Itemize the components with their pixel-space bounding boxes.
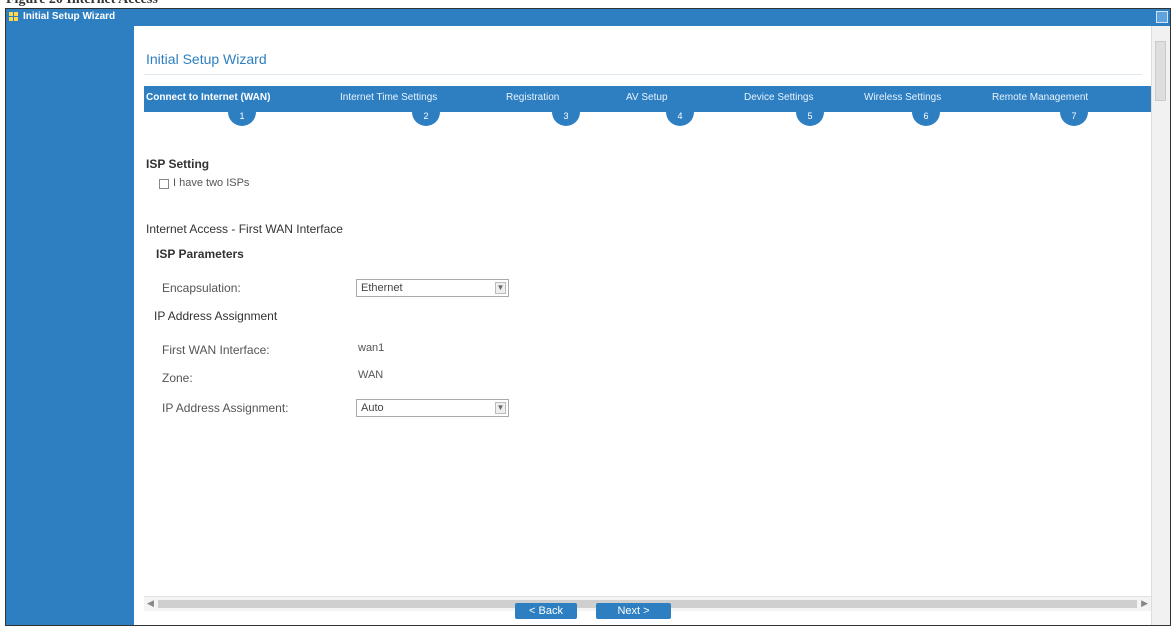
title-bar: Initial Setup Wizard — [6, 9, 1170, 26]
step-3-label[interactable]: Registration — [506, 92, 559, 103]
zone-value: WAN — [358, 369, 384, 381]
isp-parameters-heading: ISP Parameters — [156, 247, 244, 261]
two-isps-checkbox[interactable] — [159, 179, 169, 189]
scroll-left-icon[interactable]: ◀ — [147, 598, 154, 609]
app-icon — [9, 12, 19, 22]
wizard-content: Initial Setup Wizard Connect to Internet… — [134, 26, 1152, 625]
chevron-down-icon: ▼ — [495, 282, 506, 294]
first-wan-label: First WAN Interface: — [162, 343, 270, 357]
step-1-marker: 1 — [228, 110, 256, 126]
window-title: Initial Setup Wizard — [23, 11, 116, 22]
isp-setting-heading: ISP Setting — [146, 157, 210, 171]
encapsulation-label: Encapsulation: — [162, 281, 241, 295]
two-isps-label: I have two ISPs — [173, 177, 250, 189]
ip-assignment-select[interactable]: Auto ▼ — [356, 399, 509, 417]
ip-assignment-label: IP Address Assignment: — [162, 401, 289, 415]
zone-label: Zone: — [162, 371, 193, 385]
next-button[interactable]: Next > — [596, 603, 671, 619]
step-4-marker: 4 — [666, 110, 694, 126]
chevron-down-icon: ▼ — [495, 402, 506, 414]
encapsulation-select[interactable]: Ethernet ▼ — [356, 279, 509, 297]
step-6-label[interactable]: Wireless Settings — [864, 92, 941, 103]
scroll-thumb[interactable] — [1155, 41, 1166, 101]
scroll-right-icon[interactable]: ▶ — [1141, 598, 1148, 609]
step-2-label[interactable]: Internet Time Settings — [340, 92, 437, 103]
step-4-label[interactable]: AV Setup — [626, 92, 668, 103]
figure-caption: Figure 20 Internet Access — [0, 0, 1176, 8]
wizard-window: Initial Setup Wizard Initial Setup Wizar… — [5, 8, 1171, 626]
step-7-label[interactable]: Remote Management — [992, 92, 1088, 103]
step-1-label[interactable]: Connect to Internet (WAN) — [146, 92, 270, 103]
encapsulation-value: Ethernet — [361, 282, 403, 294]
wizard-steps-bar: Connect to Internet (WAN) Internet Time … — [144, 86, 1151, 112]
step-6-marker: 6 — [912, 110, 940, 126]
step-2-marker: 2 — [412, 110, 440, 126]
first-wan-value: wan1 — [358, 342, 385, 354]
maximize-button[interactable] — [1156, 11, 1168, 23]
step-7-marker: 7 — [1060, 110, 1088, 126]
ip-assignment-value: Auto — [361, 402, 384, 414]
internet-access-heading: Internet Access - First WAN Interface — [146, 222, 343, 236]
ip-assignment-heading: IP Address Assignment — [154, 309, 278, 323]
step-5-label[interactable]: Device Settings — [744, 92, 813, 103]
wizard-heading: Initial Setup Wizard — [146, 51, 267, 67]
step-5-marker: 5 — [796, 110, 824, 126]
step-3-marker: 3 — [552, 110, 580, 126]
vertical-scrollbar[interactable] — [1151, 26, 1170, 625]
divider — [144, 74, 1142, 75]
back-button[interactable]: < Back — [515, 603, 577, 619]
sidebar — [6, 26, 134, 625]
